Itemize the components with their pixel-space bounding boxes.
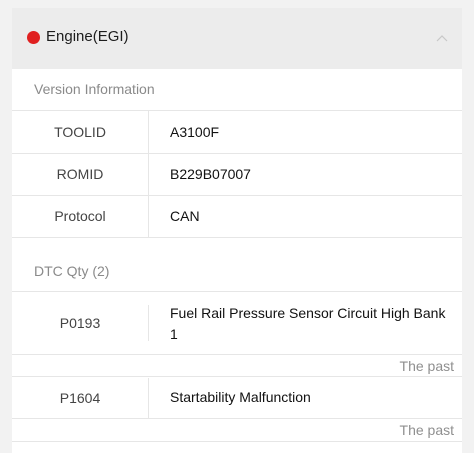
divider (12, 195, 462, 196)
version-value-toolid: A3100F (170, 124, 220, 140)
column-divider (148, 305, 149, 341)
system-title: Engine(EGI) (46, 28, 129, 45)
divider (12, 237, 462, 238)
dtc-description: Fuel Rail Pressure Sensor Circuit High B… (170, 305, 446, 342)
divider (12, 153, 462, 154)
dtc-status: The past (399, 358, 454, 374)
divider (12, 418, 462, 419)
system-header[interactable]: Engine(EGI) (12, 8, 462, 69)
divider (12, 354, 462, 355)
system-panel: Engine(EGI) Version Information TOOLID A… (12, 8, 462, 453)
divider (12, 376, 462, 377)
version-key-toolid: TOOLID (54, 124, 106, 140)
divider (12, 291, 462, 292)
column-divider (148, 378, 149, 418)
version-value-protocol: CAN (170, 208, 200, 224)
chevron-up-icon[interactable] (436, 33, 448, 45)
dtc-code: P1604 (59, 390, 101, 406)
version-info-label: Version Information (34, 81, 155, 97)
dtc-qty-label: DTC Qty (2) (34, 263, 110, 279)
divider (12, 110, 462, 111)
version-value-romid: B229B07007 (170, 166, 251, 182)
dtc-code: P0193 (59, 315, 101, 331)
dtc-status: The past (399, 422, 454, 438)
version-key-protocol: Protocol (54, 208, 106, 224)
version-key-romid: ROMID (56, 166, 104, 182)
dtc-description: Startability Malfunction (170, 389, 311, 405)
divider (12, 441, 462, 442)
column-divider (148, 111, 149, 237)
status-dot-icon (27, 31, 40, 44)
